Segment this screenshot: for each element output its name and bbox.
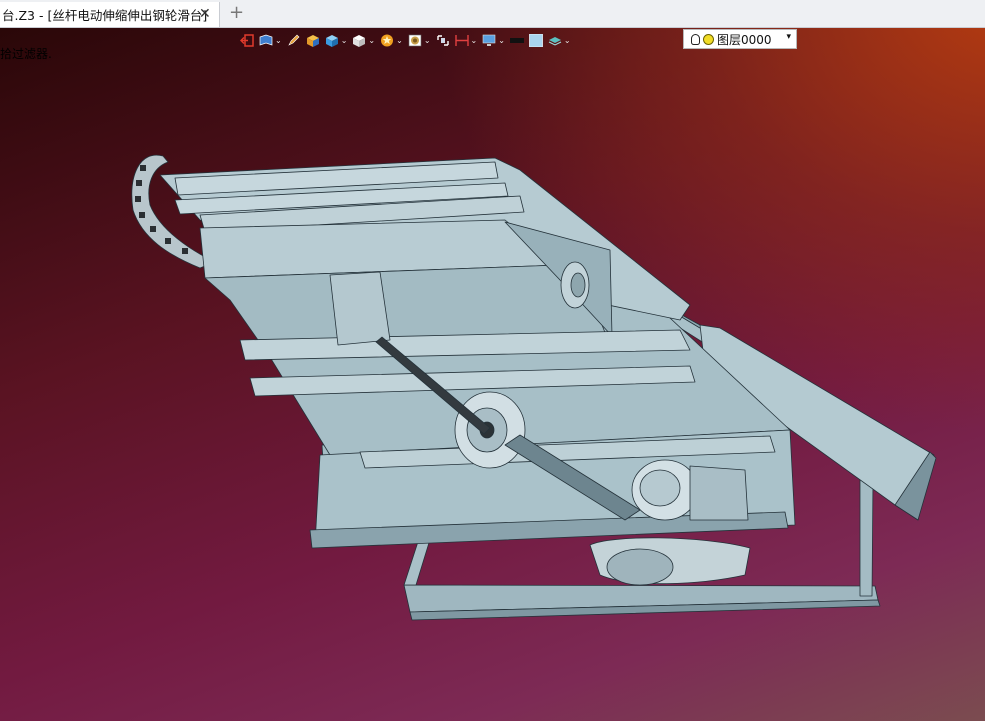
layer-name: 图层0000 <box>717 32 772 47</box>
exit-button[interactable] <box>240 30 254 50</box>
sphere-star-icon <box>381 34 394 46</box>
box-button[interactable] <box>306 30 320 50</box>
chevron-down-icon[interactable]: ⌄ <box>564 36 571 45</box>
document-tab[interactable]: 台.Z3 - [丝杆电动伸缩伸出钢轮滑台] ✕ <box>0 2 220 27</box>
view-toolbar: ⌄ ⌄ ⌄ ⌄ ⌄ ⌄ ⌄ ⌄ <box>240 29 576 51</box>
black-rect-icon <box>509 37 524 43</box>
exit-icon <box>240 33 254 47</box>
book-button[interactable]: ⌄ <box>259 30 282 50</box>
chevron-down-icon[interactable]: ⌄ <box>396 36 403 45</box>
fit-view-button[interactable] <box>436 30 450 50</box>
cube-white-button[interactable]: ⌄ <box>352 30 375 50</box>
chevron-down-icon[interactable]: ⌄ <box>341 36 348 45</box>
cad-model[interactable] <box>0 28 985 721</box>
display-button[interactable]: ⌄ <box>482 30 505 50</box>
book-icon <box>259 34 273 45</box>
dimension-button[interactable]: ⌄ <box>454 30 478 50</box>
chevron-down-icon[interactable]: ⌄ <box>424 36 431 45</box>
chevron-down-icon[interactable]: ⌄ <box>471 36 478 45</box>
layer-color-dot <box>703 33 714 45</box>
layer-select[interactable]: 图层0000 ▾ <box>683 29 797 49</box>
status-hint: 拾过滤器. <box>0 47 52 61</box>
dimension-icon <box>454 34 469 46</box>
chevron-down-icon[interactable]: ▾ <box>786 32 791 42</box>
close-icon[interactable]: ✕ <box>199 7 211 21</box>
lightblue-square-button[interactable] <box>529 30 543 50</box>
chevron-down-icon[interactable]: ⌄ <box>275 36 282 45</box>
lightbulb-icon[interactable] <box>691 33 700 45</box>
new-tab-icon[interactable]: + <box>229 3 244 23</box>
chevron-down-icon[interactable]: ⌄ <box>498 36 505 45</box>
layers-stack-icon <box>548 36 562 46</box>
sphere-star-button[interactable]: ⌄ <box>380 30 403 50</box>
black-rect-button[interactable] <box>509 30 524 50</box>
target-view-icon <box>408 34 422 46</box>
3d-viewport[interactable]: 拾过滤器. ⌄ ⌄ ⌄ ⌄ ⌄ ⌄ ⌄ ⌄ 图层0000 ▾ <box>0 28 985 721</box>
cube-blue-icon <box>325 34 338 47</box>
display-icon <box>482 34 496 46</box>
target-view-button[interactable]: ⌄ <box>408 30 431 50</box>
pencil-button[interactable] <box>287 30 301 50</box>
box-orange-icon <box>306 34 319 47</box>
tab-bar: 台.Z3 - [丝杆电动伸缩伸出钢轮滑台] ✕ + <box>0 0 985 28</box>
chevron-down-icon[interactable]: ⌄ <box>368 36 375 45</box>
cube-blue-button[interactable]: ⌄ <box>325 30 348 50</box>
layers-stack-button[interactable]: ⌄ <box>548 30 571 50</box>
pencil-icon <box>288 34 300 46</box>
cube-white-icon <box>353 34 366 47</box>
lightblue-square-icon <box>529 33 543 47</box>
fit-view-icon <box>436 34 449 46</box>
tab-title: 台.Z3 - [丝杆电动伸缩伸出钢轮滑台] <box>2 8 208 23</box>
